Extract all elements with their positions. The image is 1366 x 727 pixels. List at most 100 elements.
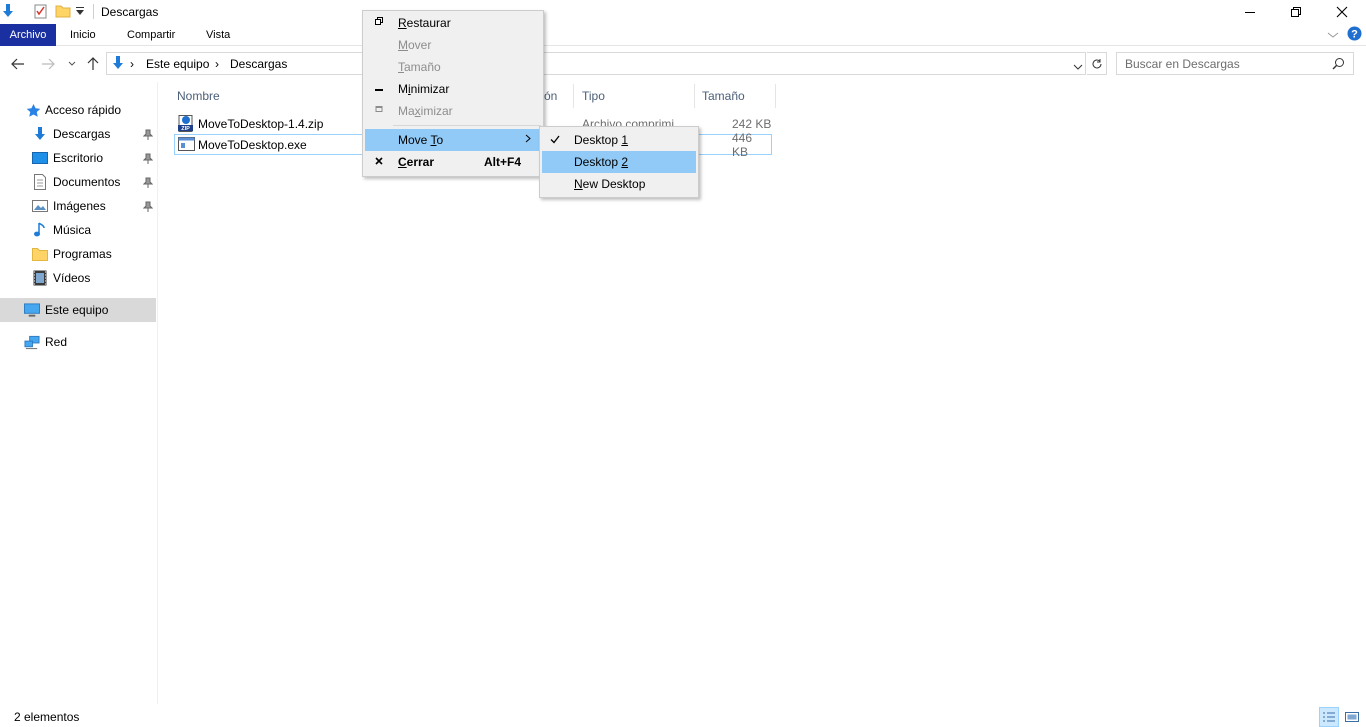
- tab-archivo[interactable]: Archivo: [0, 24, 56, 46]
- folder-icon: [32, 246, 48, 262]
- nav-label: Acceso rápido: [45, 103, 122, 117]
- minimize-icon: [1245, 12, 1255, 13]
- checkmark-icon: [550, 133, 560, 147]
- menu-item-minimizar[interactable]: Minimizar: [365, 78, 541, 100]
- nav-musica[interactable]: Música: [32, 219, 91, 241]
- minimize-window-button[interactable]: [1227, 0, 1273, 24]
- document-icon: [32, 174, 48, 190]
- refresh-button[interactable]: [1087, 52, 1107, 75]
- star-icon: [25, 102, 41, 118]
- pin-icon[interactable]: [142, 201, 154, 213]
- pin-icon[interactable]: [142, 177, 154, 189]
- menu-item-tamano[interactable]: Tamaño: [365, 56, 541, 78]
- nav-videos[interactable]: Vídeos: [32, 267, 90, 289]
- menu-item-move-to[interactable]: Move To: [365, 129, 541, 151]
- music-note-icon: [32, 222, 48, 238]
- submenu-item-desktop-1[interactable]: Desktop 1: [542, 129, 696, 151]
- nav-red[interactable]: Red: [24, 331, 67, 353]
- menu-item-maximizar[interactable]: Maximizar: [365, 100, 541, 122]
- column-header-tipo[interactable]: Tipo: [582, 89, 605, 103]
- back-arrow-icon[interactable]: [9, 55, 27, 73]
- menu-item-mover[interactable]: Mover: [365, 34, 541, 56]
- file-name: MoveToDesktop.exe: [198, 137, 307, 152]
- pictures-icon: [32, 198, 48, 214]
- close-icon: [373, 156, 385, 168]
- title-separator: [93, 4, 94, 19]
- breadcrumb-separator-icon[interactable]: ›: [215, 57, 219, 71]
- navigation-bar: › Este equipo › Descargas: [0, 50, 1366, 78]
- pin-icon[interactable]: [142, 153, 154, 165]
- ribbon-tabs: Archivo Inicio Compartir Vista ?: [0, 24, 1366, 46]
- large-icons-view-icon: [1345, 712, 1359, 722]
- refresh-icon: [1092, 58, 1101, 68]
- move-to-submenu: Desktop 1 Desktop 2 New Desktop: [539, 126, 699, 198]
- address-history-chevron-icon[interactable]: [1073, 60, 1083, 74]
- nav-imagenes[interactable]: Imágenes: [32, 195, 106, 217]
- details-view-button[interactable]: [1319, 707, 1339, 727]
- menu-item-cerrar[interactable]: Cerrar Alt+F4: [365, 151, 541, 173]
- nav-label: Escritorio: [53, 151, 104, 165]
- download-arrow-icon: [0, 3, 16, 19]
- forward-arrow-icon[interactable]: [39, 55, 57, 73]
- column-divider[interactable]: [694, 84, 695, 108]
- restore-window-button[interactable]: [1273, 0, 1319, 24]
- download-arrow-icon: [32, 126, 48, 142]
- help-icon[interactable]: ?: [1347, 26, 1362, 44]
- properties-icon[interactable]: [33, 3, 49, 19]
- submenu-item-label: New Desktop: [574, 177, 646, 191]
- nav-acceso-rapido[interactable]: Acceso rápido: [25, 99, 121, 121]
- nav-label: Imágenes: [53, 199, 106, 213]
- submenu-item-new-desktop[interactable]: New Desktop: [542, 173, 696, 195]
- breadcrumb-descargas[interactable]: Descargas: [230, 57, 287, 71]
- submenu-item-desktop-2[interactable]: Desktop 2: [542, 151, 696, 173]
- restore-icon: [373, 17, 385, 29]
- nav-label: Este equipo: [45, 303, 109, 317]
- menu-item-restaurar[interactable]: Restaurar: [365, 12, 541, 34]
- nav-escritorio[interactable]: Escritorio: [32, 147, 103, 169]
- tab-inicio[interactable]: Inicio: [61, 24, 105, 46]
- desktop-icon: [32, 150, 48, 166]
- nav-label: Red: [45, 335, 68, 349]
- recent-locations-chevron-icon[interactable]: [63, 55, 81, 73]
- nav-label: Descargas: [53, 127, 111, 141]
- close-window-button[interactable]: [1319, 0, 1365, 24]
- menu-separator: [393, 125, 541, 126]
- pin-icon[interactable]: [142, 129, 154, 141]
- up-arrow-icon[interactable]: [84, 55, 102, 73]
- file-name: MoveToDesktop-1.4.zip: [198, 117, 324, 131]
- search-box[interactable]: [1116, 52, 1354, 75]
- expand-ribbon-chevron-icon[interactable]: [1327, 29, 1339, 43]
- zip-file-icon: ZIP: [177, 115, 194, 135]
- tab-compartir[interactable]: Compartir: [118, 24, 184, 46]
- menu-item-label: Restaurar: [398, 16, 451, 30]
- customize-toolbar-dropdown-icon[interactable]: [75, 5, 91, 21]
- download-location-icon: [110, 55, 126, 74]
- new-folder-icon[interactable]: [55, 3, 71, 19]
- address-bar[interactable]: › Este equipo › Descargas: [106, 52, 1086, 75]
- menu-item-label: Mover: [398, 38, 432, 52]
- column-divider[interactable]: [775, 84, 776, 108]
- column-header-nombre[interactable]: Nombre: [177, 89, 220, 103]
- nav-label: Programas: [53, 247, 112, 261]
- column-header-tamano[interactable]: Tamaño: [702, 89, 745, 103]
- status-bar: 2 elementos: [0, 704, 1366, 727]
- breadcrumb-este-equipo[interactable]: Este equipo: [146, 57, 209, 71]
- search-input[interactable]: [1125, 54, 1325, 74]
- nav-documentos[interactable]: Documentos: [32, 171, 120, 193]
- search-icon[interactable]: [1332, 57, 1345, 73]
- navigation-pane: Acceso rápido Descargas Escritorio Docum…: [0, 82, 158, 704]
- nav-label: Documentos: [53, 175, 121, 189]
- menu-item-label: Tamaño: [398, 60, 441, 74]
- submenu-arrow-icon: [525, 134, 531, 146]
- column-header-fecha[interactable]: ón: [544, 89, 557, 103]
- nav-programas[interactable]: Programas: [32, 243, 112, 265]
- large-icons-view-button[interactable]: [1342, 707, 1362, 727]
- film-icon: [32, 270, 48, 286]
- submenu-item-label: Desktop 2: [574, 155, 629, 169]
- breadcrumb-separator-icon[interactable]: ›: [130, 57, 134, 71]
- nav-este-equipo[interactable]: Este equipo: [24, 299, 108, 321]
- column-divider[interactable]: [573, 84, 574, 108]
- svg-text:?: ?: [1351, 29, 1358, 41]
- nav-descargas[interactable]: Descargas: [32, 123, 110, 145]
- tab-vista[interactable]: Vista: [197, 24, 239, 46]
